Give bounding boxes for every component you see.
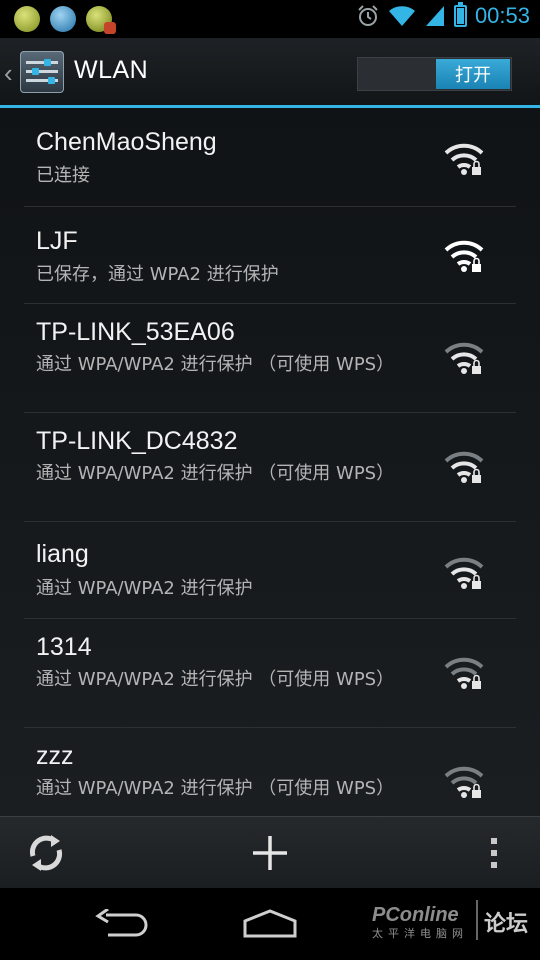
- alarm-icon: [358, 5, 378, 26]
- app-notification-icon: [86, 6, 116, 34]
- wifi-secured-signal-icon: [444, 766, 484, 798]
- wifi-secured-signal-icon: [444, 240, 484, 272]
- app-notification-icon: [14, 6, 40, 32]
- clock: 00:53: [474, 3, 530, 28]
- network-item[interactable]: 1314 通过 WPA/WPA2 进行保护 （可使用 WPS）: [24, 619, 516, 728]
- wifi-secured-signal-icon: [444, 451, 484, 483]
- network-status: 通过 WPA/WPA2 进行保护 （可使用 WPS）: [36, 354, 395, 375]
- system-status-icons: 00:53: [356, 2, 530, 29]
- wifi-secured-signal-icon: [444, 342, 484, 374]
- network-ssid: LJF: [36, 227, 78, 255]
- network-item[interactable]: TP-LINK_DC4832 通过 WPA/WPA2 进行保护 （可使用 WPS…: [24, 413, 516, 522]
- network-item[interactable]: LJF 已保存，通过 WPA2 进行保护: [24, 207, 516, 304]
- home-button[interactable]: [238, 900, 302, 948]
- action-bar: ‹ WLAN 打开: [0, 38, 540, 108]
- network-status: 已保存，通过 WPA2 进行保护: [36, 264, 279, 285]
- settings-app-icon[interactable]: [20, 51, 64, 93]
- watermark-divider: [476, 900, 478, 940]
- network-ssid: TP-LINK_53EA06: [36, 318, 235, 346]
- cell-signal-icon: [425, 6, 444, 26]
- watermark-sub: 太平洋电脑网: [372, 928, 468, 940]
- network-status: 已连接: [36, 165, 90, 186]
- wifi-secured-signal-icon: [444, 657, 484, 689]
- network-status: 通过 WPA/WPA2 进行保护 （可使用 WPS）: [36, 669, 395, 690]
- overflow-menu-icon: [491, 838, 497, 868]
- app-notification-icon: [50, 6, 76, 32]
- network-status: 通过 WPA/WPA2 进行保护: [36, 578, 253, 599]
- home-icon: [243, 909, 297, 938]
- network-ssid: liang: [36, 540, 89, 568]
- wlan-toggle-on-label: 打开: [436, 59, 510, 89]
- wlan-toggle[interactable]: 打开: [357, 57, 512, 91]
- wifi-secured-signal-icon: [444, 557, 484, 589]
- wifi-network-list[interactable]: ChenMaoSheng 已连接 LJF 已保存，通过 WPA2 进行保护 TP…: [0, 108, 540, 816]
- notification-icons: [14, 6, 116, 34]
- network-ssid: 1314: [36, 633, 92, 661]
- network-item[interactable]: TP-LINK_53EA06 通过 WPA/WPA2 进行保护 （可使用 WPS…: [24, 304, 516, 413]
- watermark: PConline 论坛 太平洋电脑网: [372, 900, 528, 941]
- wifi-secured-signal-icon: [444, 143, 484, 175]
- status-bar: 00:53: [0, 0, 540, 38]
- network-ssid: zzz: [36, 742, 74, 770]
- add-network-button[interactable]: [238, 817, 302, 889]
- network-ssid: TP-LINK_DC4832: [36, 427, 238, 455]
- battery-icon: [453, 2, 467, 27]
- scan-refresh-button[interactable]: [14, 817, 78, 889]
- network-item[interactable]: liang 通过 WPA/WPA2 进行保护: [24, 522, 516, 619]
- network-status: 通过 WPA/WPA2 进行保护 （可使用 WPS）: [36, 463, 395, 484]
- up-navigation-icon[interactable]: ‹: [4, 58, 13, 89]
- back-button[interactable]: [88, 900, 152, 948]
- page-title: WLAN: [74, 56, 149, 84]
- network-item[interactable]: ChenMaoSheng 已连接: [24, 108, 516, 207]
- wifi-icon: [388, 6, 415, 26]
- bottom-action-bar: [0, 816, 540, 888]
- watermark-forum-label: 论坛: [484, 911, 529, 936]
- refresh-icon: [29, 835, 63, 871]
- network-ssid: ChenMaoSheng: [36, 128, 217, 156]
- add-network-icon: [253, 836, 287, 870]
- overflow-menu-button[interactable]: [474, 817, 514, 889]
- back-icon: [95, 909, 148, 937]
- network-status: 通过 WPA/WPA2 进行保护 （可使用 WPS）: [36, 778, 395, 799]
- network-item[interactable]: zzz 通过 WPA/WPA2 进行保护 （可使用 WPS）: [24, 728, 516, 816]
- watermark-brand: PConline: [372, 904, 459, 926]
